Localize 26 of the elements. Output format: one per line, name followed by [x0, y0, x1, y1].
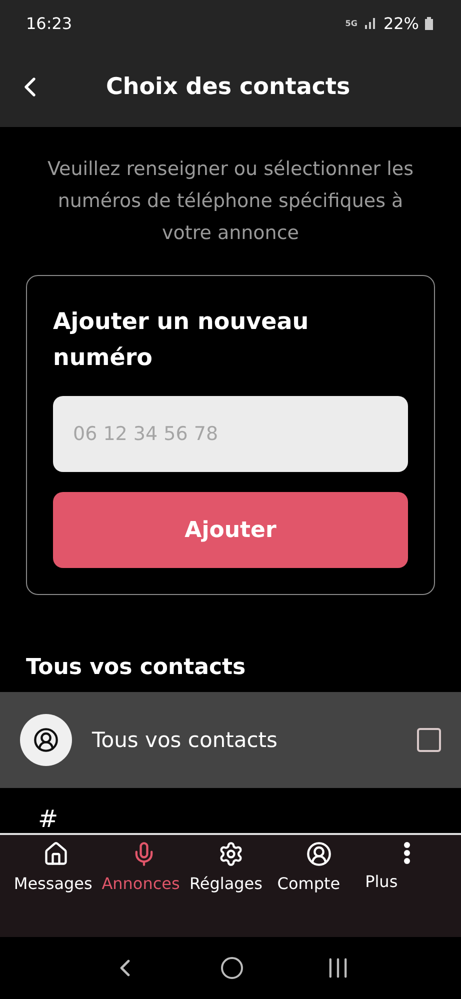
add-button[interactable]: Ajouter — [53, 492, 408, 568]
nav-tab[interactable]: Plus — [363, 841, 451, 937]
battery-level: 22% — [383, 14, 419, 32]
card-title: Ajouter un nouveau numéro — [53, 308, 310, 373]
nav-tab[interactable]: Messages — [12, 841, 100, 937]
network-label: 5G — [345, 18, 358, 28]
page-title: Choix des contacts — [106, 74, 350, 100]
system-home-icon[interactable] — [220, 956, 244, 980]
avatar — [20, 714, 72, 766]
nav-tab[interactable]: Annonces — [100, 841, 188, 937]
status-time: 16:23 — [26, 14, 72, 32]
settings-icon — [218, 841, 244, 867]
home-icon — [42, 841, 69, 867]
section-title: Tous vos contacts — [26, 655, 247, 680]
contact-row[interactable]: Tous vos contacts — [0, 692, 461, 788]
checkbox[interactable] — [417, 728, 441, 752]
contact-name: Tous vos contacts — [92, 728, 278, 752]
signal-icon — [363, 17, 378, 29]
more-icon — [403, 841, 412, 865]
user-icon — [306, 841, 332, 867]
battery-icon — [425, 16, 433, 30]
nav-tab[interactable]: Compte — [275, 841, 364, 937]
intro-text: Veuillez renseigner ou sélectionner les numéros de téléphone spécifiques à votre annonce — [46, 157, 414, 246]
nav-tab[interactable]: Réglages — [188, 841, 276, 937]
group-letter: # — [38, 806, 60, 832]
phone-field[interactable]: 06 12 34 56 78 — [53, 396, 408, 472]
